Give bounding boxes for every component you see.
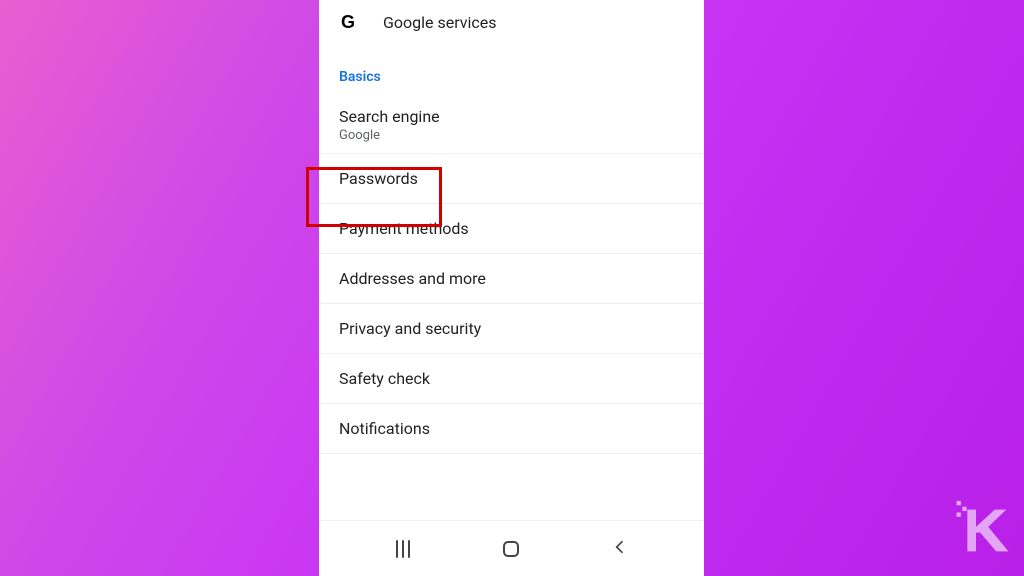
settings-item-google-services[interactable]: G Google services [319,0,704,47]
back-button[interactable] [590,529,650,569]
settings-item-payment-methods[interactable]: Payment methods [319,204,704,254]
settings-item-privacy-security[interactable]: Privacy and security [319,304,704,354]
phone-frame: G Google services Basics Search engine G… [319,0,704,576]
search-engine-title: Search engine [339,107,684,126]
addresses-title: Addresses and more [339,269,684,288]
home-button[interactable] [481,529,541,569]
google-icon: G [339,12,357,33]
search-engine-value: Google [339,128,684,143]
privacy-security-title: Privacy and security [339,319,684,338]
settings-item-passwords[interactable]: Passwords [319,154,704,204]
recents-icon [396,540,410,558]
passwords-title: Passwords [339,169,684,188]
notifications-title: Notifications [339,419,684,438]
android-nav-bar [319,520,704,576]
settings-item-search-engine[interactable]: Search engine Google [319,93,704,154]
settings-item-addresses[interactable]: Addresses and more [319,254,704,304]
section-header-basics: Basics [319,47,704,93]
recents-button[interactable] [373,529,433,569]
safety-check-title: Safety check [339,369,684,388]
home-icon [503,541,519,557]
back-icon [610,537,630,561]
settings-item-safety-check[interactable]: Safety check [319,354,704,404]
settings-item-notifications[interactable]: Notifications [319,404,704,454]
payment-methods-title: Payment methods [339,219,684,238]
settings-list: G Google services Basics Search engine G… [319,0,704,520]
google-services-label: Google services [383,13,497,32]
watermark-logo [940,488,1012,564]
